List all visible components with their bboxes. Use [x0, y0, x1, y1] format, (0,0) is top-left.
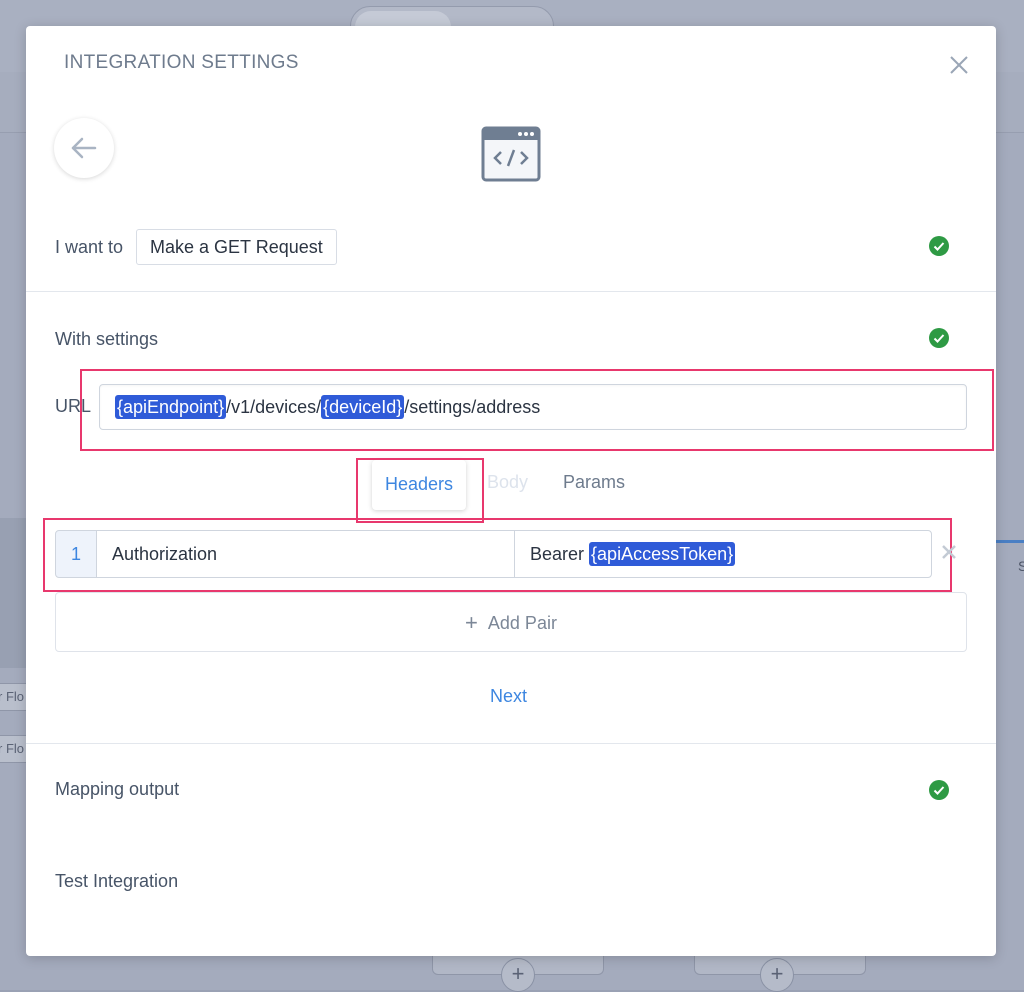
action-select[interactable]: Make a GET Request [136, 229, 337, 265]
url-label: URL [55, 396, 92, 416]
background-flow-chip: r Flo [0, 735, 27, 763]
action-label: I want to [55, 237, 124, 257]
background-left-panel [0, 518, 26, 668]
pair-index: 1 [55, 530, 97, 578]
tab-body[interactable]: Body [487, 472, 528, 493]
tab-params[interactable]: Params [563, 472, 625, 493]
variable-token: {apiAccessToken} [589, 542, 736, 566]
close-button[interactable] [948, 54, 970, 76]
header-key-input[interactable]: Authorization [96, 530, 515, 578]
header-value-input[interactable]: Bearer {apiAccessToken} [514, 530, 932, 578]
code-window-icon [481, 126, 541, 187]
close-icon [950, 56, 968, 74]
add-pair-label: Add Pair [487, 613, 557, 633]
background-accent-strip [996, 540, 1024, 543]
add-pair-button[interactable]: + Add Pair [55, 592, 967, 652]
variable-token: {apiEndpoint} [115, 395, 227, 419]
background-flow-chip: r Flo [0, 683, 27, 711]
header-pair-row: 1 Authorization Bearer {apiAccessToken} [55, 530, 933, 578]
arrow-left-icon [71, 137, 97, 159]
close-icon [942, 545, 956, 559]
remove-pair-button[interactable] [940, 543, 958, 561]
section-divider [26, 743, 996, 744]
next-button[interactable]: Next [490, 686, 527, 707]
url-text: /settings/address [404, 397, 541, 417]
check-circle-icon [929, 780, 949, 800]
mapping-output-title[interactable]: Mapping output [55, 779, 179, 800]
back-button[interactable] [54, 118, 114, 178]
modal-title: INTEGRATION SETTINGS [64, 52, 299, 73]
tab-headers[interactable]: Headers [372, 460, 466, 510]
test-integration-title[interactable]: Test Integration [55, 871, 178, 892]
integration-settings-modal: INTEGRATION SETTINGS I want to Make a GE… [26, 26, 996, 956]
variable-token: {deviceId} [321, 395, 405, 419]
url-input[interactable]: {apiEndpoint}/v1/devices/{deviceId}/sett… [99, 384, 967, 430]
check-circle-icon [929, 328, 949, 348]
background-add-step-button: + [501, 958, 535, 992]
url-text: /v1/devices/ [226, 397, 322, 417]
plus-icon: + [465, 610, 478, 635]
background-label-fragment: S [1018, 558, 1024, 574]
settings-section-title: With settings [55, 329, 159, 349]
section-divider [26, 291, 996, 292]
check-circle-icon [929, 236, 949, 256]
background-add-step-button: + [760, 958, 794, 992]
